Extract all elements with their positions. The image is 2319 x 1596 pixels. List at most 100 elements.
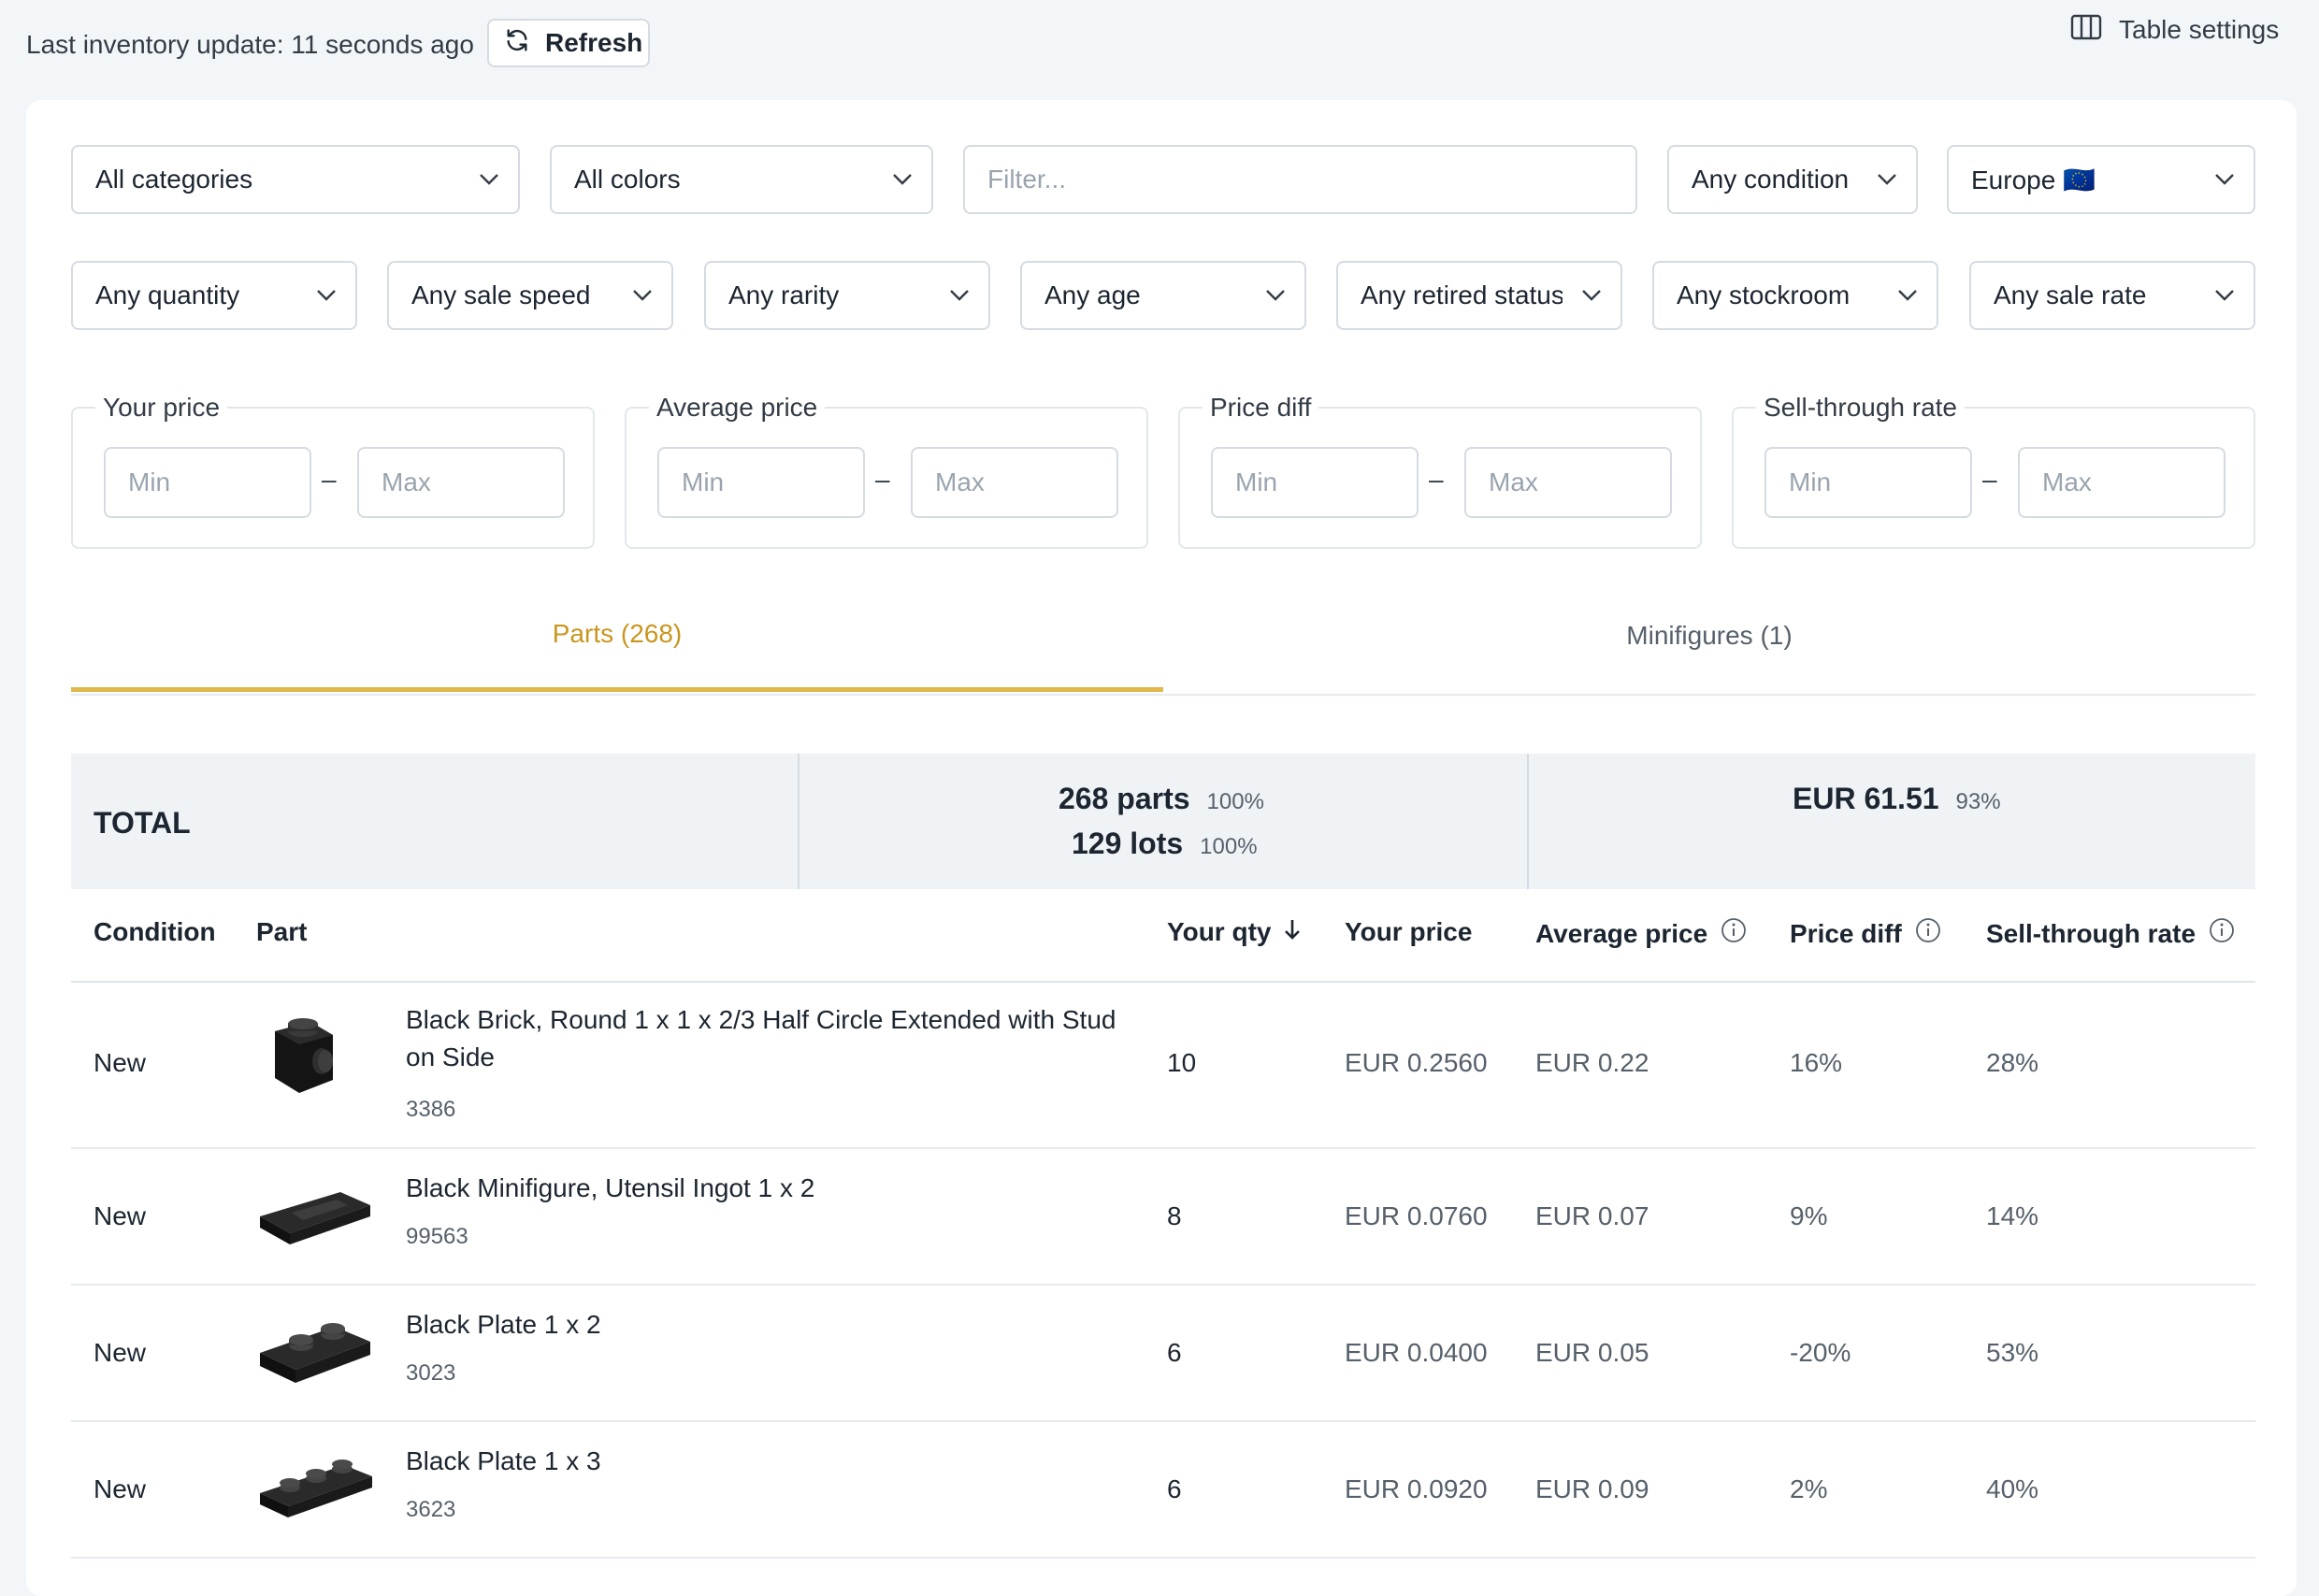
part-name-link[interactable]: Black Plate 1 x 2 xyxy=(406,1306,1135,1344)
part-number: 99563 xyxy=(406,1224,468,1249)
category-select-value: All categories xyxy=(95,165,253,194)
range-label: Sell-through rate xyxy=(1756,390,1966,425)
chevron-down-icon xyxy=(297,289,355,302)
your-price-cell: EUR 0.0760 xyxy=(1345,1201,1488,1230)
average-price-cell: EUR 0.05 xyxy=(1535,1338,1649,1367)
total-value: EUR 61.51 93% xyxy=(1793,782,2001,816)
retired-status-select[interactable]: Any retired status xyxy=(1336,261,1622,330)
sell-through-max-input[interactable]: Max xyxy=(2018,447,2225,518)
table-row[interactable]: New Black Brick, Round 1 x 1 x 2/3 Half … xyxy=(71,983,2255,1149)
chevron-down-icon xyxy=(2196,289,2254,302)
column-header-your-qty[interactable]: Your qty xyxy=(1167,917,1301,947)
column-header-label: Price diff xyxy=(1790,918,1902,948)
column-header-price-diff[interactable]: Price diff xyxy=(1790,917,1941,950)
your-price-cell: EUR 0.0400 xyxy=(1345,1338,1488,1367)
part-name-link[interactable]: Black Brick, Round 1 x 1 x 2/3 Half Circ… xyxy=(406,1001,1135,1076)
rarity-select-value: Any rarity xyxy=(728,280,840,309)
sale-speed-select-value: Any sale speed xyxy=(411,280,591,309)
total-lots-pct: 100% xyxy=(1200,834,1258,859)
color-select-value: All colors xyxy=(574,165,681,194)
tab-parts[interactable]: Parts (268) xyxy=(71,580,1163,692)
chevron-down-icon xyxy=(1858,173,1916,186)
column-header-condition[interactable]: Condition xyxy=(94,917,216,947)
your-price-cell: EUR 0.2560 xyxy=(1345,1048,1488,1077)
part-image[interactable] xyxy=(254,1168,376,1266)
chevron-down-icon xyxy=(2196,173,2254,186)
search-input[interactable]: Filter... xyxy=(963,145,1637,214)
qty-cell: 10 xyxy=(1167,1048,1197,1077)
total-value-amount: EUR 61.51 xyxy=(1793,782,1939,815)
tab-minifigures[interactable]: Minifigures (1) xyxy=(1163,580,2255,692)
sort-arrow-down-icon xyxy=(1284,917,1301,947)
info-icon[interactable] xyxy=(1915,917,1941,950)
condition-select[interactable]: Any condition xyxy=(1667,145,1918,214)
part-name-link[interactable]: Black Plate 1 x 3 xyxy=(406,1443,1135,1480)
part-image[interactable] xyxy=(254,1302,376,1401)
total-parts-pct: 100% xyxy=(1206,789,1264,814)
stockroom-select[interactable]: Any stockroom xyxy=(1652,261,1938,330)
part-number: 3023 xyxy=(406,1360,456,1386)
sell-through-cell: 53% xyxy=(1986,1338,2039,1367)
price-diff-cell: -20% xyxy=(1790,1338,1851,1367)
price-diff-cell: 9% xyxy=(1790,1201,1828,1230)
your-price-min-input[interactable]: Min xyxy=(104,447,311,518)
price-diff-min-input[interactable]: Min xyxy=(1211,447,1419,518)
range-label: Price diff xyxy=(1203,390,1319,425)
column-header-part[interactable]: Part xyxy=(256,917,307,947)
average-price-min-input[interactable]: Min xyxy=(657,447,865,518)
sell-through-min-input[interactable]: Min xyxy=(1764,447,1972,518)
region-select-value: Europe 🇪🇺 xyxy=(1971,165,2096,194)
qty-cell: 6 xyxy=(1167,1338,1182,1367)
part-image[interactable] xyxy=(254,1439,376,1537)
column-header-label: Condition xyxy=(94,917,216,946)
your-price-max-input[interactable]: Max xyxy=(357,447,565,518)
total-label: TOTAL xyxy=(94,806,191,840)
refresh-button[interactable]: Refresh xyxy=(487,19,650,67)
info-icon[interactable] xyxy=(2209,917,2235,950)
table-settings-button[interactable]: Table settings xyxy=(2070,11,2279,49)
info-icon[interactable] xyxy=(1721,917,1747,950)
part-image[interactable] xyxy=(254,1003,352,1105)
refresh-icon xyxy=(504,27,530,60)
table-settings-label: Table settings xyxy=(2119,15,2280,44)
price-diff-max-input[interactable]: Max xyxy=(1464,447,1672,518)
column-header-average-price[interactable]: Average price xyxy=(1535,917,1747,950)
column-header-your-price[interactable]: Your price xyxy=(1345,917,1472,947)
range-separator: – xyxy=(322,465,337,494)
divider xyxy=(1527,754,1529,889)
total-lots: 129 lots 100% xyxy=(1072,827,1258,861)
sale-speed-select[interactable]: Any sale speed xyxy=(387,261,673,330)
rarity-select[interactable]: Any rarity xyxy=(704,261,990,330)
chevron-down-icon xyxy=(1879,289,1937,302)
chevron-down-icon xyxy=(1246,289,1304,302)
total-lots-count: 129 lots xyxy=(1072,827,1184,860)
category-select[interactable]: All categories xyxy=(71,145,520,214)
qty-cell: 8 xyxy=(1167,1201,1182,1230)
range-separator: – xyxy=(875,465,890,494)
price-diff-range: Price diff Min – Max xyxy=(1178,390,1702,549)
refresh-label: Refresh xyxy=(545,28,643,57)
chevron-down-icon xyxy=(460,173,518,186)
column-header-label: Sell-through rate xyxy=(1986,918,2197,948)
quantity-select[interactable]: Any quantity xyxy=(71,261,357,330)
range-separator: – xyxy=(1982,465,1997,494)
top-bar: Last inventory update: 11 seconds ago Re… xyxy=(0,0,2319,93)
sell-through-cell: 40% xyxy=(1986,1474,2039,1503)
sale-rate-select[interactable]: Any sale rate xyxy=(1969,261,2255,330)
region-select[interactable]: Europe 🇪🇺 xyxy=(1947,145,2255,214)
table-row[interactable]: New Black Minifigure, Utensil Ingot 1 x … xyxy=(71,1149,2255,1286)
condition-cell: New xyxy=(94,1338,147,1367)
part-name-link[interactable]: Black Minifigure, Utensil Ingot 1 x 2 xyxy=(406,1170,1135,1207)
color-select[interactable]: All colors xyxy=(550,145,933,214)
condition-cell: New xyxy=(94,1474,147,1503)
table-row[interactable]: New Black Plate 1 x 2 3023 6 EUR 0.0400 … xyxy=(71,1286,2255,1422)
range-separator: – xyxy=(1429,465,1444,494)
column-header-sell-through[interactable]: Sell-through rate xyxy=(1986,917,2235,950)
price-diff-cell: 16% xyxy=(1790,1048,1843,1077)
average-price-max-input[interactable]: Max xyxy=(911,447,1118,518)
table-row[interactable]: New Black Plate 1 x 3 3623 6 EUR 0.0920 … xyxy=(71,1422,2255,1559)
age-select[interactable]: Any age xyxy=(1020,261,1306,330)
column-header-label: Your qty xyxy=(1167,917,1272,946)
chevron-down-icon xyxy=(1563,289,1620,302)
range-label: Average price xyxy=(649,390,826,425)
